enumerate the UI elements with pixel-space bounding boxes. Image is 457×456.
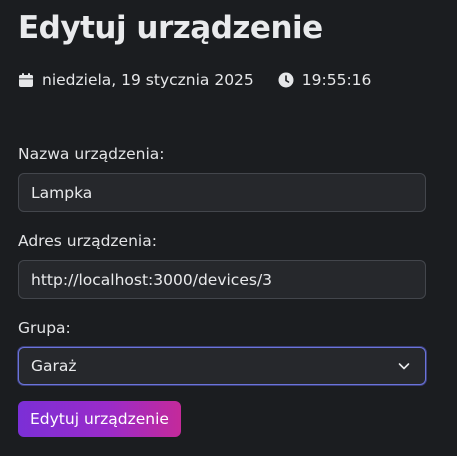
calendar-icon: [18, 72, 34, 88]
device-address-label: Adres urządzenia:: [18, 232, 157, 250]
device-name-label: Nazwa urządzenia:: [18, 145, 165, 163]
edit-device-submit-button[interactable]: Edytuj urządzenie: [18, 401, 181, 437]
page-title: Edytuj urządzenie: [18, 10, 323, 46]
chevron-down-icon: [397, 359, 411, 373]
current-time: 19:55:16: [301, 71, 372, 89]
current-date: niedziela, 19 stycznia 2025: [42, 71, 254, 89]
edit-device-page: Edytuj urządzenie niedziela, 19 stycznia…: [0, 0, 457, 456]
group-label: Grupa:: [18, 319, 71, 337]
datetime-bar: niedziela, 19 stycznia 2025 19:55:16: [18, 71, 371, 89]
clock-icon: [278, 72, 294, 88]
group-selected-value: Garaż: [31, 357, 77, 375]
device-address-input[interactable]: http://localhost:3000/devices/3: [18, 260, 426, 299]
group-select[interactable]: Garaż: [18, 347, 426, 385]
device-address-value: http://localhost:3000/devices/3: [31, 270, 273, 289]
device-name-value: Lampka: [31, 183, 93, 202]
device-name-input[interactable]: Lampka: [18, 173, 426, 212]
